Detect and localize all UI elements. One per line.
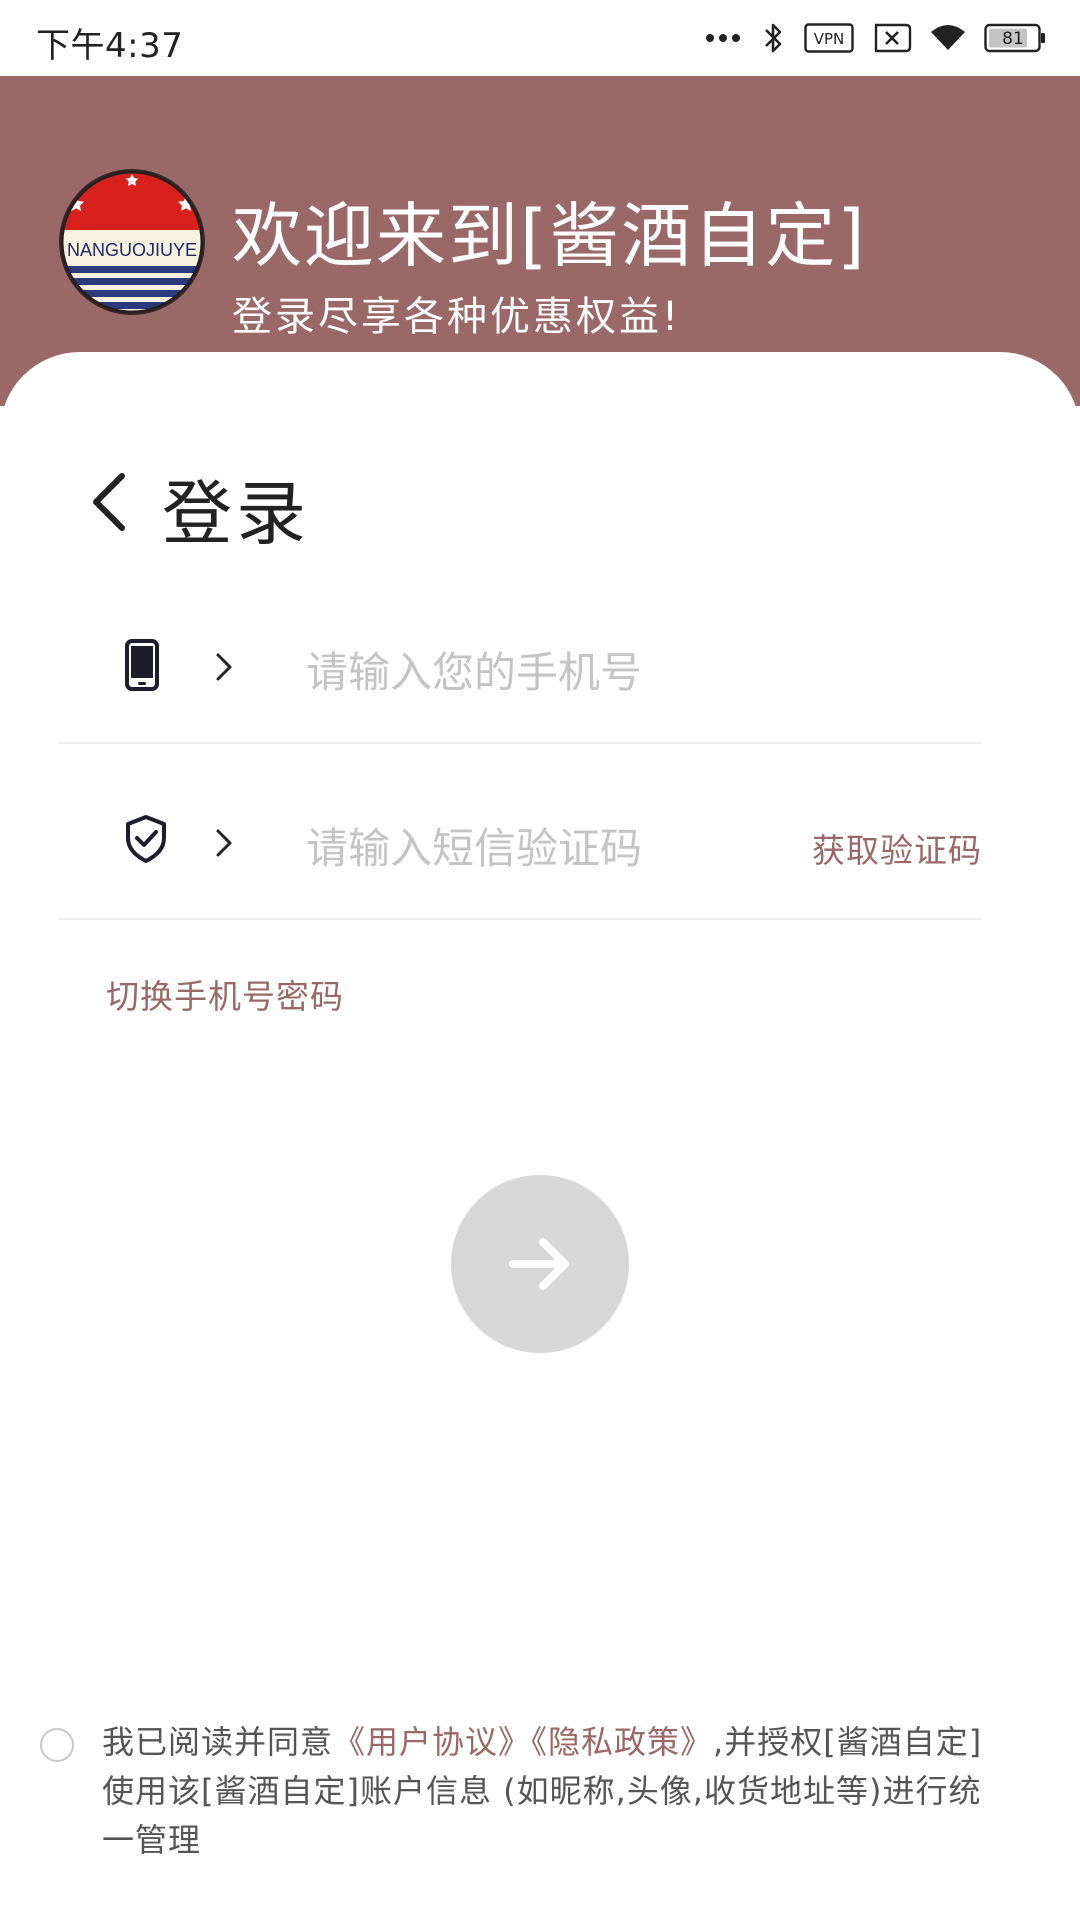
phone-field-row [58,592,982,744]
more-icon [706,34,740,42]
status-icons: VPN 81 [704,18,1046,58]
bluetooth-icon [765,23,782,53]
code-field-row: 获取验证码 [58,768,982,920]
vpn-label: VPN [814,30,845,48]
user-agreement-link[interactable]: 《用户协议》 [333,1723,531,1761]
welcome-title: 欢迎来到[酱酒自定] [232,195,867,277]
sms-code-input[interactable] [306,810,806,886]
chevron-right-icon [216,829,232,857]
brand-logo-icon: NANGUOJIUYE [59,169,205,315]
back-button[interactable] [78,462,138,542]
vpn-icon: VPN [804,23,854,53]
arrow-right-icon [509,1238,569,1290]
switch-password-login-link[interactable]: 切换手机号密码 [106,970,344,1018]
agreement-checkbox[interactable] [40,1728,74,1762]
page-title: 登录 [162,473,310,555]
agreement-prefix: 我已阅读并同意 [102,1723,334,1761]
phone-input[interactable] [306,634,806,710]
no-sim-icon [874,23,912,53]
privacy-policy-link[interactable]: 《隐私政策》 [531,1723,713,1761]
wifi-icon [931,25,965,50]
battery-level: 81 [1002,29,1024,49]
chevron-right-icon [216,653,232,681]
battery-icon: 81 [984,23,1045,53]
status-time: 下午4:37 [36,26,184,66]
get-code-button[interactable]: 获取验证码 [812,824,982,872]
shield-check-icon [126,815,166,863]
login-submit-button[interactable] [451,1175,629,1353]
back-arrow-icon [93,473,125,531]
phone-icon [125,639,159,691]
brand-logo: NANGUOJIUYE [58,168,206,316]
status-bar: 下午4:37 VPN 81 [0,0,1080,76]
agreement-text: 我已阅读并同意《用户协议》《隐私政策》,并授权[酱酒自定]使用该[酱酒自定]账户… [102,1718,1002,1865]
logo-text: NANGUOJIUYE [67,240,197,260]
login-card [0,352,1080,1920]
welcome-subtitle: 登录尽享各种优惠权益! [232,294,682,340]
